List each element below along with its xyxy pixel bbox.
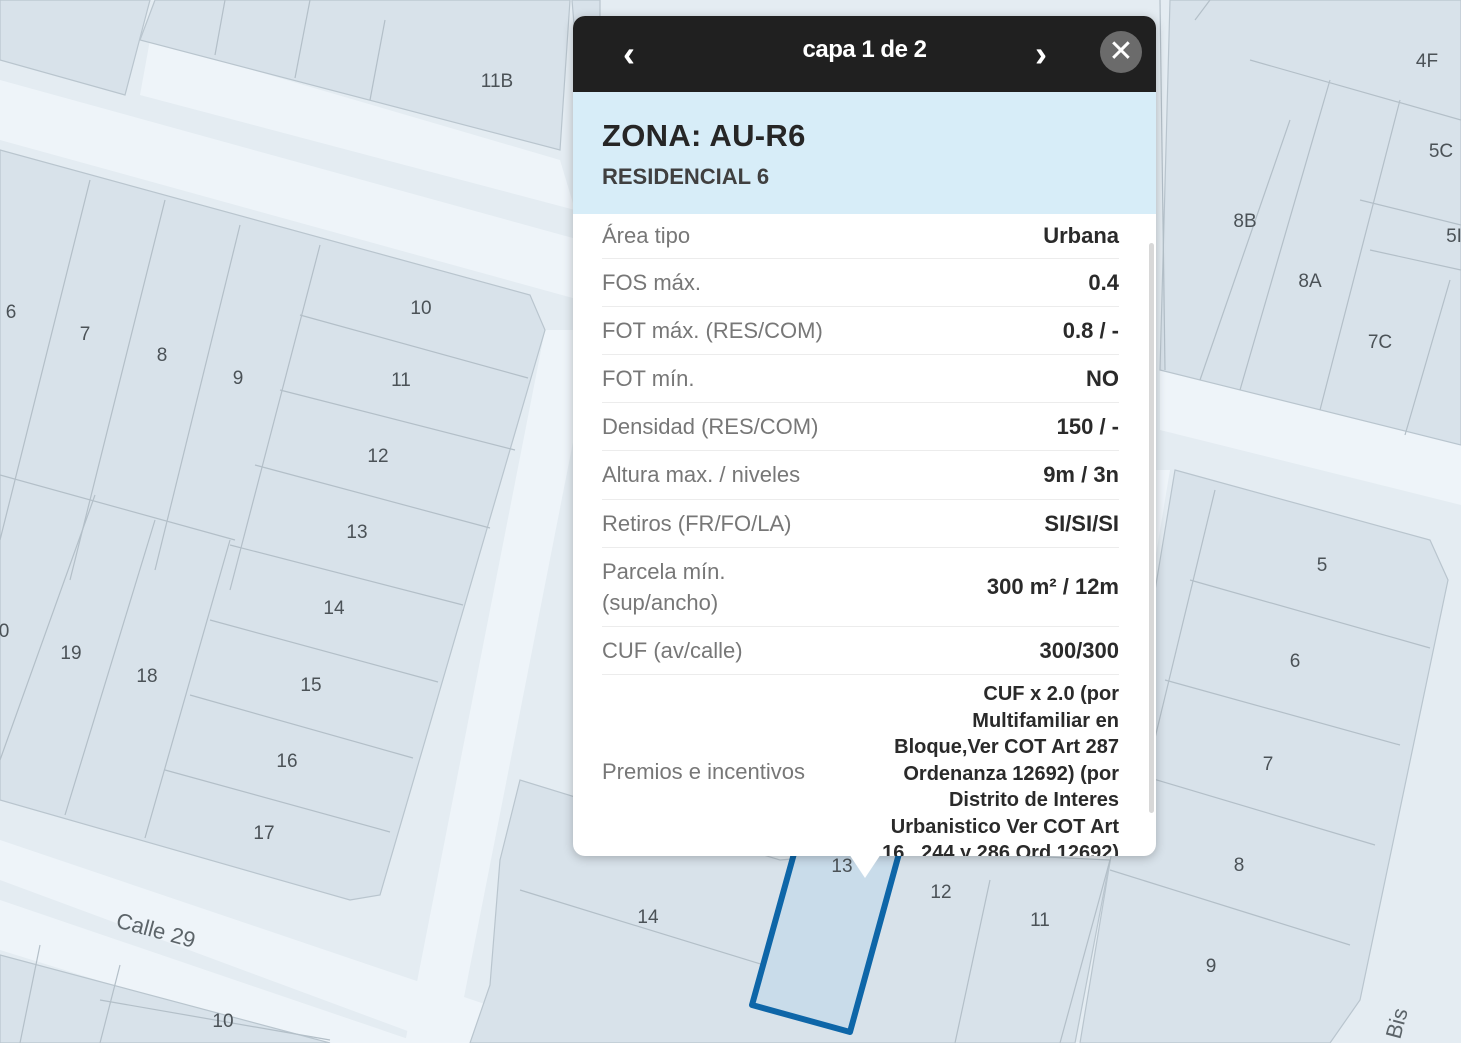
attribute-row: Densidad (RES/COM) 150 / -	[602, 403, 1119, 451]
next-layer-button[interactable]: ›	[1019, 32, 1063, 76]
lot-label: 8A	[1298, 271, 1322, 292]
attribute-key: Retiros (FR/FO/LA)	[602, 510, 792, 536]
attribute-row: Parcela mín. (sup/ancho) 300 m² / 12m	[602, 548, 1119, 627]
zone-header: ZONA: AU-R6 RESIDENCIAL 6	[573, 92, 1156, 214]
lot-label: 7C	[1368, 332, 1392, 353]
attribute-key: Densidad (RES/COM)	[602, 413, 819, 439]
lot-label: 7	[1263, 754, 1274, 775]
zone-info-popup: ‹ capa 1 de 2 › ✕ ZONA: AU-R6 RESIDENCIA…	[573, 16, 1156, 878]
lot-label: 6	[6, 302, 17, 323]
attribute-row: FOT máx. (RES/COM) 0.8 / -	[602, 307, 1119, 355]
attribute-value: 150 / -	[1056, 413, 1119, 439]
attribute-key: Premios e incentivos	[602, 759, 805, 784]
attribute-key: FOS máx.	[602, 269, 702, 295]
attribute-row: FOT mín. NO	[602, 355, 1119, 403]
attribute-key: FOT máx. (RES/COM)	[602, 317, 823, 343]
lot-label: 8B	[1233, 211, 1256, 232]
zone-subtitle: RESIDENCIAL 6	[602, 164, 770, 189]
lot-label: 5I	[1446, 226, 1461, 247]
attribute-row: CUF (av/calle) 300/300	[602, 627, 1119, 675]
attribute-row: Retiros (FR/FO/LA) SI/SI/SI	[602, 500, 1119, 548]
lot-label: 9	[233, 368, 244, 389]
attribute-key: Área tipo	[602, 223, 691, 248]
attributes-table[interactable]: Área tipo Urbana FOS máx. 0.4 FOT máx. (…	[602, 214, 1119, 856]
lot-label: 5C	[1429, 141, 1453, 162]
lot-label: 12	[367, 446, 388, 467]
attribute-key: FOT mín.	[602, 365, 695, 391]
lot-label: 0	[0, 621, 9, 642]
lot-label: 12	[930, 882, 951, 903]
attribute-row: Premios e incentivos CUF x 2.0 (por Mult…	[602, 675, 1119, 856]
lot-label: 8	[157, 345, 168, 366]
attribute-value: 0.8 / -	[1062, 317, 1119, 343]
lot-label: 11B	[481, 71, 513, 92]
lot-label: 18	[136, 666, 157, 687]
attribute-value: 300/300	[1039, 637, 1119, 663]
lot-label: 5	[1317, 555, 1328, 576]
lot-label: 15	[300, 675, 321, 696]
lot-label: 4F	[1416, 51, 1438, 72]
attribute-row: FOS máx. 0.4	[602, 259, 1119, 307]
lot-label: 7	[80, 324, 91, 345]
lot-label: 9	[1206, 956, 1217, 977]
lot-label: 16	[276, 751, 297, 772]
popup-pointer	[849, 854, 881, 878]
lot-label: 14	[323, 598, 345, 619]
close-button[interactable]: ✕	[1100, 31, 1142, 73]
attribute-value: Urbana	[1043, 223, 1119, 248]
lot-label: 19	[60, 643, 81, 664]
zone-title: ZONA: AU-R6	[602, 118, 806, 153]
popup-header: ‹ capa 1 de 2 › ✕	[573, 16, 1156, 92]
attribute-value: NO	[1086, 365, 1119, 391]
attribute-value: SI/SI/SI	[1044, 510, 1119, 536]
popup-scrollbar[interactable]	[1149, 243, 1154, 813]
lot-label: 6	[1290, 651, 1301, 672]
attribute-key: Altura max. / niveles	[602, 462, 801, 487]
lot-label: 8	[1234, 855, 1245, 876]
lot-label: 13	[346, 522, 367, 543]
attribute-key: Parcela mín. (sup/ancho)	[602, 559, 726, 615]
lot-label: 11	[1030, 910, 1050, 931]
attribute-row: Área tipo Urbana	[602, 214, 1119, 259]
lot-label: 11	[391, 370, 411, 391]
lot-label: 10	[410, 298, 431, 319]
attribute-value: CUF x 2.0 (por Multifamiliar en Bloque,V…	[882, 683, 1119, 856]
attribute-key: CUF (av/calle)	[602, 637, 743, 663]
close-icon: ✕	[1108, 35, 1134, 68]
lot-label: 17	[253, 823, 274, 844]
attribute-row: Altura max. / niveles 9m / 3n	[602, 451, 1119, 500]
layer-counter: capa 1 de 2	[802, 36, 927, 63]
attribute-value: 0.4	[1088, 269, 1119, 295]
lot-label: 14	[637, 907, 659, 928]
attribute-value: 9m / 3n	[1043, 462, 1119, 487]
attribute-value: 300 m² / 12m	[986, 574, 1119, 599]
lot-label: 10	[212, 1011, 233, 1032]
